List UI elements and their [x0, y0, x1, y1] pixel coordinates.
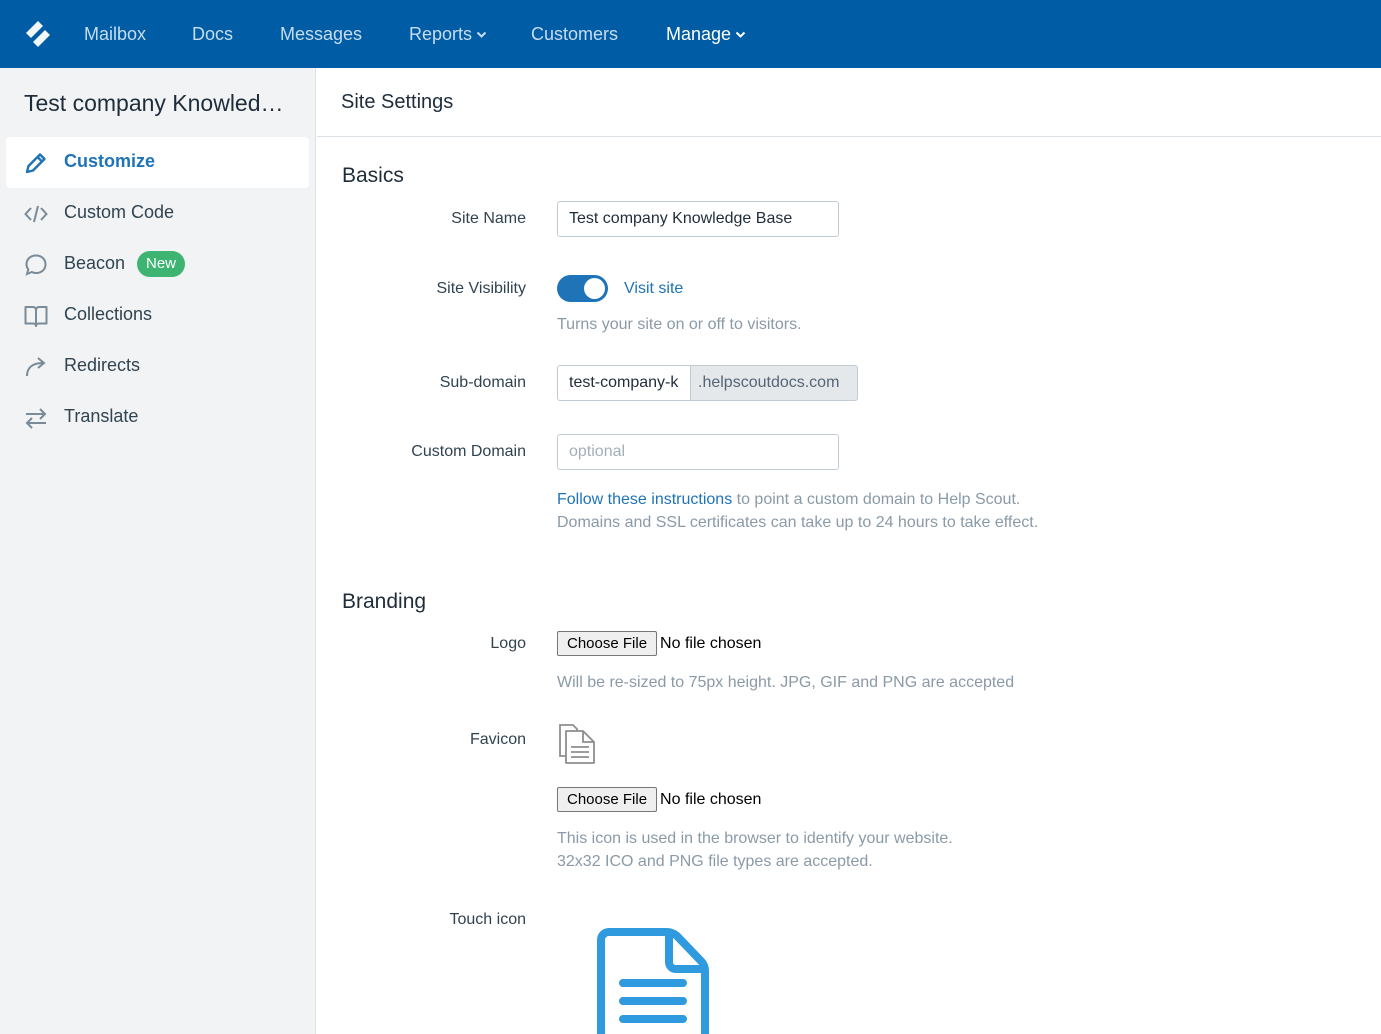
- pencil-icon: [25, 153, 46, 174]
- section-title-branding: Branding: [342, 590, 427, 613]
- sidebar-item-label: Custom Code: [64, 202, 175, 222]
- redirect-arrow-icon: [26, 357, 46, 377]
- logo-choose-file-button[interactable]: Choose File: [557, 631, 658, 656]
- chevron-down-icon: [735, 32, 746, 39]
- custom-domain-help-line2: Domains and SSL certificates can take up…: [557, 514, 1039, 531]
- logo-label: Logo: [490, 635, 526, 652]
- nav-manage[interactable]: Manage: [666, 22, 746, 46]
- subdomain-input[interactable]: test-company-k: [557, 365, 691, 401]
- sidebar-item-redirects[interactable]: Redirects: [6, 341, 309, 392]
- favicon-placeholder-document-icon: [559, 724, 595, 764]
- favicon-help-line2: 32x32 ICO and PNG file types are accepte…: [557, 853, 873, 870]
- sidebar-item-label: Translate: [64, 406, 139, 426]
- site-name-input[interactable]: Test company Knowledge Base: [557, 201, 839, 237]
- follow-instructions-link[interactable]: Follow these instructions: [557, 491, 732, 508]
- visit-site-link[interactable]: Visit site: [624, 280, 683, 298]
- favicon-file-status: No file chosen: [660, 790, 762, 808]
- logo-file-input: Choose File No file chosen: [557, 631, 761, 657]
- chat-bubble-icon: [25, 254, 47, 276]
- sidebar-title: Test company Knowledge Base: [24, 90, 296, 116]
- custom-domain-label: Custom Domain: [411, 443, 526, 460]
- sidebar-item-label: Beacon: [64, 253, 126, 273]
- page-title: Site Settings: [341, 91, 454, 113]
- sidebar-item-label: Collections: [64, 304, 153, 324]
- nav-reports-label: Reports: [409, 24, 473, 44]
- main-header: Site Settings: [317, 68, 1381, 137]
- sidebar: Test company Knowledge Base Customize Cu…: [0, 68, 316, 1034]
- favicon-help-line1: This icon is used in the browser to iden…: [557, 830, 953, 847]
- book-icon: [24, 306, 48, 327]
- code-icon: [24, 205, 48, 223]
- nav-docs[interactable]: Docs: [192, 22, 233, 46]
- subdomain-suffix: .helpscoutdocs.com: [691, 365, 858, 401]
- favicon-label: Favicon: [469, 731, 526, 748]
- chevron-down-icon: [476, 32, 487, 39]
- touch-icon-document-icon: [597, 928, 709, 1034]
- nav-messages[interactable]: Messages: [280, 22, 362, 46]
- sidebar-item-customize[interactable]: Customize: [6, 137, 309, 188]
- sidebar-item-custom-code[interactable]: Custom Code: [6, 188, 309, 239]
- logo-help: Will be re-sized to 75px height. JPG, GI…: [557, 674, 1015, 691]
- nav-customers[interactable]: Customers: [531, 22, 618, 46]
- favicon-choose-file-button[interactable]: Choose File: [557, 787, 658, 812]
- custom-domain-help: Follow these instructions to point a cus…: [557, 488, 1020, 511]
- subdomain-label: Sub-domain: [439, 374, 526, 391]
- nav-manage-label: Manage: [666, 24, 732, 44]
- top-navigation-bar: Mailbox Docs Messages Reports Customers …: [0, 0, 1381, 68]
- sidebar-item-beacon[interactable]: Beacon New: [6, 239, 309, 290]
- touch-icon-label: Touch icon: [449, 911, 527, 928]
- new-badge: New: [137, 251, 186, 277]
- sidebar-item-label: Redirects: [64, 355, 141, 375]
- site-visibility-toggle[interactable]: [557, 275, 608, 302]
- site-visibility-label: Site Visibility: [436, 280, 526, 297]
- swap-arrows-icon: [25, 408, 47, 429]
- site-visibility-help: Turns your site on or off to visitors.: [557, 316, 802, 333]
- favicon-file-input: Choose File No file chosen: [557, 787, 761, 813]
- nav-reports[interactable]: Reports: [409, 22, 487, 46]
- sidebar-item-label: Customize: [64, 151, 156, 171]
- sidebar-item-translate[interactable]: Translate: [6, 392, 309, 443]
- custom-domain-help-text: to point a custom domain to Help Scout.: [732, 491, 1021, 508]
- logo-file-status: No file chosen: [660, 634, 762, 652]
- site-name-label: Site Name: [451, 210, 526, 227]
- custom-domain-input[interactable]: optional: [557, 434, 839, 470]
- section-title-basics: Basics: [342, 164, 404, 187]
- toggle-knob: [584, 278, 605, 299]
- sidebar-item-collections[interactable]: Collections: [6, 290, 309, 341]
- nav-mailbox[interactable]: Mailbox: [84, 22, 146, 46]
- help-scout-logo-icon[interactable]: [24, 19, 52, 49]
